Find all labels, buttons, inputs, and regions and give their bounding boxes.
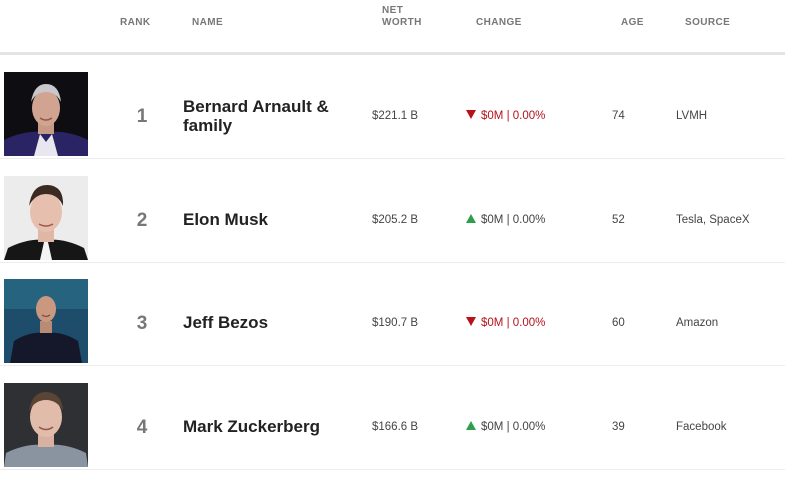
rank-value: 1 xyxy=(136,106,148,127)
triangle-up-icon xyxy=(466,421,476,430)
net-worth-value: $166.6 B xyxy=(372,421,419,433)
change-value: $0M | 0.00% xyxy=(481,317,546,329)
source-value: Tesla, SpaceX xyxy=(676,214,750,226)
column-header-name[interactable]: NAME xyxy=(192,17,223,29)
age-value: 74 xyxy=(612,110,625,122)
age-value: 52 xyxy=(612,214,625,226)
column-header-change[interactable]: CHANGE xyxy=(476,17,522,29)
change-value: $0M | 0.00% xyxy=(481,421,546,433)
person-name[interactable]: Mark Zuckerberg xyxy=(183,417,358,436)
column-header-source[interactable]: SOURCE xyxy=(685,17,730,29)
rank-value: 2 xyxy=(136,210,148,231)
change-cell: $0M | 0.00% xyxy=(466,110,545,122)
avatar[interactable] xyxy=(4,72,88,156)
rank-value: 3 xyxy=(136,313,148,334)
table-row[interactable]: 1 Bernard Arnault & family $221.1 B $0M … xyxy=(0,55,785,159)
avatar[interactable] xyxy=(4,176,88,260)
column-header-rank[interactable]: RANK xyxy=(120,17,151,29)
net-worth-value: $205.2 B xyxy=(372,214,419,226)
change-value: $0M | 0.00% xyxy=(481,110,546,122)
person-name[interactable]: Jeff Bezos xyxy=(183,313,358,332)
triangle-up-icon xyxy=(466,214,476,223)
net-worth-value: $190.7 B xyxy=(372,317,419,329)
age-value: 60 xyxy=(612,317,625,329)
source-value: Amazon xyxy=(676,317,719,329)
column-header-age[interactable]: AGE xyxy=(621,17,644,29)
change-cell: $0M | 0.00% xyxy=(466,317,545,329)
age-value: 39 xyxy=(612,421,625,433)
triangle-down-icon xyxy=(466,110,476,119)
change-value: $0M | 0.00% xyxy=(481,214,546,226)
source-value: LVMH xyxy=(676,110,708,122)
table-row[interactable]: 4 Mark Zuckerberg $166.6 B $0M | 0.00% 3… xyxy=(0,366,785,470)
avatar[interactable] xyxy=(4,279,88,363)
source-value: Facebook xyxy=(676,421,727,433)
change-cell: $0M | 0.00% xyxy=(466,214,545,226)
avatar[interactable] xyxy=(4,383,88,467)
table-header: RANK NAME NET WORTH CHANGE AGE SOURCE xyxy=(0,0,785,55)
column-header-net-worth[interactable]: NET WORTH xyxy=(382,5,442,29)
net-worth-value: $221.1 B xyxy=(372,110,419,122)
change-cell: $0M | 0.00% xyxy=(466,421,545,433)
table-row[interactable]: 3 Jeff Bezos $190.7 B $0M | 0.00% 60 Ama… xyxy=(0,262,785,366)
triangle-down-icon xyxy=(466,317,476,326)
person-name[interactable]: Bernard Arnault & family xyxy=(183,97,358,135)
table-row[interactable]: 2 Elon Musk $205.2 B $0M | 0.00% 52 Tesl… xyxy=(0,159,785,263)
person-name[interactable]: Elon Musk xyxy=(183,210,358,229)
rank-value: 4 xyxy=(136,417,148,438)
